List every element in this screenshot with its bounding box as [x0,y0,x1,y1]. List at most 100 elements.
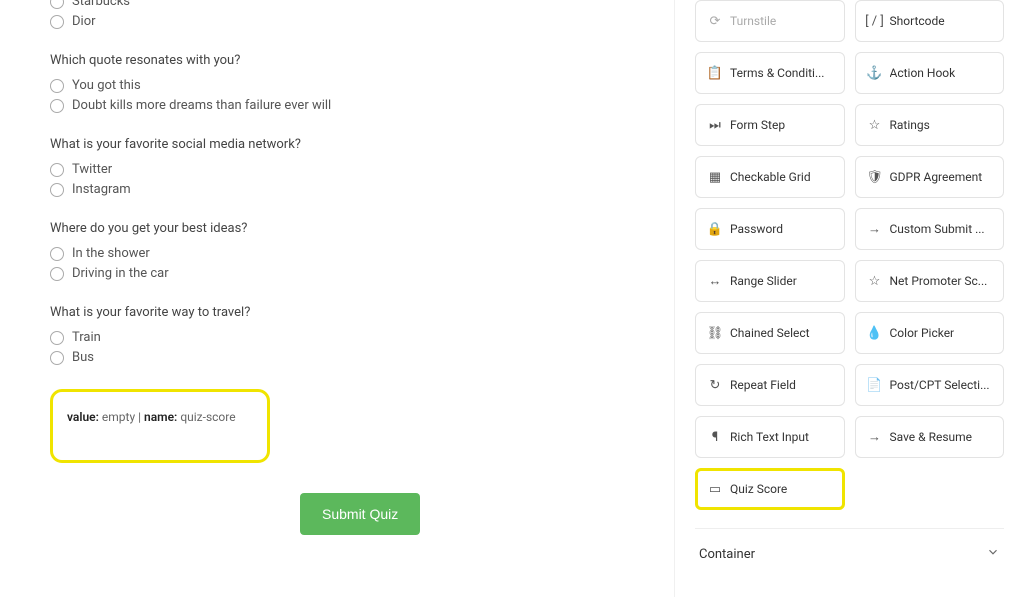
custom-submit-icon: → [868,222,882,236]
fields-grid: ⟳ Turnstile [ / ] Shortcode 📋 Terms & Conditi… [695,0,1004,510]
question-block: Starbucks Dior [50,0,634,29]
field-label: Repeat Field [730,378,796,392]
radio-icon [50,331,64,345]
field-item-checkable-grid[interactable]: ▦ Checkable Grid [695,156,845,198]
radio-label: Dior [72,14,96,29]
radio-icon [50,183,64,197]
field-item-quiz-score[interactable]: ▭Quiz Score [695,468,845,510]
form-preview-panel: Starbucks Dior Which quote resonates wit… [0,0,674,597]
field-label: Save & Resume [890,430,973,444]
radio-icon [50,247,64,261]
radio-option[interactable]: Doubt kills more dreams than failure eve… [50,98,634,113]
range-slider-icon: ↔ [708,274,722,288]
question-block: What is your favorite social media netwo… [50,137,634,197]
question-title: What is your favorite social media netwo… [50,137,634,152]
radio-icon [50,99,64,113]
chained-select-icon: ⛓ [708,326,722,340]
question-title: What is your favorite way to travel? [50,305,634,320]
container-label: Container [699,547,755,562]
field-label: Color Picker [890,326,955,340]
save-resume-icon: → [868,430,882,444]
container-section-toggle[interactable]: Container [695,528,1004,567]
gdpr-agreement-icon: 🛡 [868,170,882,184]
field-item-ratings[interactable]: ☆ Ratings [855,104,1005,146]
submit-quiz-button[interactable]: Submit Quiz [300,493,420,535]
action-hook-icon: ⚓ [868,66,882,80]
radio-label: You got this [72,78,141,93]
radio-option[interactable]: In the shower [50,246,634,261]
repeat-field-icon: ↻ [708,378,722,392]
radio-icon [50,15,64,29]
field-item-action-hook[interactable]: ⚓ Action Hook [855,52,1005,94]
field-label: Checkable Grid [730,170,811,184]
shortcode-icon: [ / ] [868,14,882,28]
field-label: Ratings [890,118,930,132]
radio-label: In the shower [72,246,150,261]
radio-label: Train [72,330,101,345]
color-picker-icon: 💧 [868,326,882,340]
field-label: Post/CPT Selecti... [890,378,990,392]
radio-option[interactable]: Twitter [50,162,634,177]
field-item-gdpr-agreement[interactable]: 🛡GDPR Agreement [855,156,1005,198]
field-item-save-resume[interactable]: → Save & Resume [855,416,1005,458]
rich-text-input-icon: ¶ [708,430,722,444]
radio-label: Starbucks [72,0,130,9]
radio-label: Bus [72,350,94,365]
post-cpt-selecti-icon: 📄 [868,378,882,392]
field-item-net-promoter-sc[interactable]: ☆ Net Promoter Sc... [855,260,1005,302]
question-block: Where do you get your best ideas? In the… [50,221,634,281]
question-block: What is your favorite way to travel? Tra… [50,305,634,365]
chevron-down-icon [986,545,1000,563]
radio-option[interactable]: Train [50,330,634,345]
question-block: Which quote resonates with you? You got … [50,53,634,113]
radio-option[interactable]: Starbucks [50,0,634,9]
form-step-icon: ⏭ [708,118,722,132]
field-label: Turnstile [730,14,776,28]
question-title: Which quote resonates with you? [50,53,634,68]
fields-sidebar: ⟳ Turnstile [ / ] Shortcode 📋 Terms & Conditi… [674,0,1024,597]
field-item-custom-submit[interactable]: →Custom Submit ... [855,208,1005,250]
field-item-terms-conditi[interactable]: 📋 Terms & Conditi... [695,52,845,94]
field-label: Quiz Score [730,482,787,496]
field-item-range-slider[interactable]: ↔ Range Slider [695,260,845,302]
field-item-repeat-field[interactable]: ↻ Repeat Field [695,364,845,406]
radio-option[interactable]: Instagram [50,182,634,197]
checkable-grid-icon: ▦ [708,170,722,184]
field-label: Rich Text Input [730,430,809,444]
field-item-rich-text-input[interactable]: ¶ Rich Text Input [695,416,845,458]
field-label: Net Promoter Sc... [890,274,988,288]
ratings-icon: ☆ [868,118,882,132]
field-item-form-step[interactable]: ⏭ Form Step [695,104,845,146]
radio-option[interactable]: You got this [50,78,634,93]
terms-conditi-icon: 📋 [708,66,722,80]
field-item-post-cpt-selecti[interactable]: 📄 Post/CPT Selecti... [855,364,1005,406]
quiz-score-field-preview[interactable]: value: empty | name: quiz-score [50,389,270,463]
radio-option[interactable]: Bus [50,350,634,365]
field-label: Terms & Conditi... [730,66,824,80]
password-icon: 🔒 [708,222,722,236]
field-label: Form Step [730,118,785,132]
field-label: Shortcode [890,14,945,28]
field-item-turnstile[interactable]: ⟳ Turnstile [695,0,845,42]
radio-icon [50,79,64,93]
field-label: Password [730,222,783,236]
radio-option[interactable]: Driving in the car [50,266,634,281]
quiz-score-meta: value: empty | name: quiz-score [67,410,253,424]
radio-label: Instagram [72,182,131,197]
radio-option[interactable]: Dior [50,14,634,29]
turnstile-icon: ⟳ [708,14,722,28]
field-item-shortcode[interactable]: [ / ] Shortcode [855,0,1005,42]
field-label: Range Slider [730,274,797,288]
field-item-password[interactable]: 🔒 Password [695,208,845,250]
radio-label: Twitter [72,162,112,177]
radio-icon [50,351,64,365]
field-item-chained-select[interactable]: ⛓ Chained Select [695,312,845,354]
radio-icon [50,163,64,177]
field-label: Chained Select [730,326,810,340]
question-title: Where do you get your best ideas? [50,221,634,236]
radio-label: Driving in the car [72,266,169,281]
net-promoter-sc-icon: ☆ [868,274,882,288]
field-item-color-picker[interactable]: 💧 Color Picker [855,312,1005,354]
radio-icon [50,0,64,9]
field-label: Action Hook [890,66,956,80]
